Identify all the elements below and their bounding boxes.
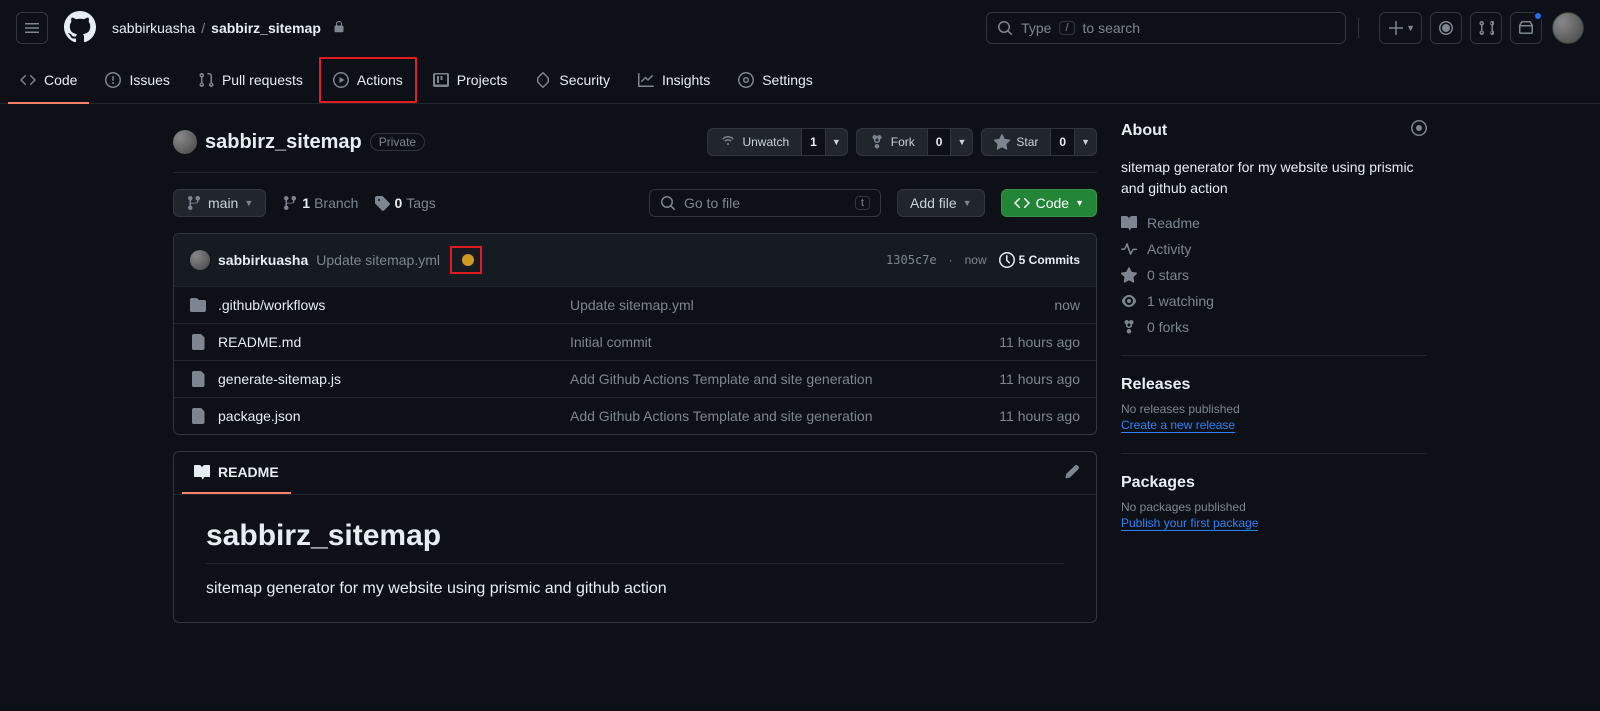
- fork-count[interactable]: 0: [928, 128, 952, 156]
- caret-down-icon: ▼: [1406, 23, 1415, 33]
- about-description: sitemap generator for my website using p…: [1121, 157, 1427, 199]
- branches-link[interactable]: 1Branch: [282, 195, 358, 211]
- search-shortcut-key: /: [1059, 21, 1074, 35]
- hamburger-menu[interactable]: [16, 12, 48, 44]
- tags-link[interactable]: 0Tags: [374, 195, 435, 211]
- file-row: package.json Add Github Actions Template …: [174, 397, 1096, 434]
- gear-icon[interactable]: [1411, 120, 1427, 141]
- releases-heading: Releases: [1121, 376, 1427, 394]
- readme-body-text: sitemap generator for my website using p…: [206, 580, 1064, 598]
- repo-avatar: [173, 130, 197, 154]
- star-button[interactable]: Star: [981, 128, 1051, 156]
- commit-author[interactable]: sabbirkuasha: [218, 252, 308, 268]
- search-prefix: Type: [1021, 20, 1051, 36]
- tab-code[interactable]: Code: [8, 57, 89, 103]
- folder-icon: [190, 297, 206, 313]
- edit-readme-button[interactable]: [1056, 456, 1088, 491]
- repo-title: sabbirz_sitemap: [205, 131, 362, 154]
- publish-package-link[interactable]: Publish your first package: [1121, 516, 1258, 531]
- readme-section: README sabbirz_sitemap sitemap generator…: [173, 451, 1097, 623]
- file-commit-msg[interactable]: Update sitemap.yml: [570, 297, 1042, 313]
- tab-issues[interactable]: Issues: [93, 57, 181, 103]
- branch-select[interactable]: main▼: [173, 189, 266, 217]
- commit-author-avatar[interactable]: [190, 250, 210, 270]
- commit-message[interactable]: Update sitemap.yml: [316, 252, 440, 268]
- activity-link[interactable]: Activity: [1121, 241, 1427, 257]
- file-name[interactable]: package.json: [218, 408, 558, 424]
- file-icon: [190, 334, 206, 350]
- lock-icon: [333, 20, 345, 36]
- file-time: 11 hours ago: [999, 334, 1080, 350]
- status-highlight: [450, 246, 482, 274]
- go-to-file-input[interactable]: Go to filet: [649, 189, 881, 217]
- readme-title: sabbirz_sitemap: [206, 519, 1064, 564]
- file-row: .github/workflows Update sitemap.yml now: [174, 286, 1096, 323]
- file-time: 11 hours ago: [999, 371, 1080, 387]
- about-heading: About: [1121, 120, 1427, 141]
- add-file-button[interactable]: Add file▼: [897, 189, 985, 217]
- stars-link[interactable]: 0 stars: [1121, 267, 1427, 283]
- readme-link[interactable]: Readme: [1121, 215, 1427, 231]
- pulls-tray-button[interactable]: [1470, 12, 1502, 44]
- fork-dropdown[interactable]: ▼: [951, 128, 973, 156]
- repo-nav: Code Issues Pull requests Actions Projec…: [0, 56, 1600, 104]
- file-row: generate-sitemap.js Add Github Actions Te…: [174, 360, 1096, 397]
- tab-projects[interactable]: Projects: [421, 57, 520, 103]
- star-count[interactable]: 0: [1051, 128, 1075, 156]
- commit-time: now: [965, 253, 987, 267]
- watching-link[interactable]: 1 watching: [1121, 293, 1427, 309]
- github-logo[interactable]: [64, 11, 96, 46]
- file-time: 11 hours ago: [999, 408, 1080, 424]
- code-button[interactable]: Code▼: [1001, 189, 1097, 217]
- tab-settings[interactable]: Settings: [726, 57, 825, 103]
- notification-dot: [1533, 11, 1543, 21]
- latest-commit: sabbirkuasha Update sitemap.yml 1305c7e …: [174, 234, 1096, 286]
- file-commit-msg[interactable]: Add Github Actions Template and site gen…: [570, 408, 987, 424]
- file-row: README.md Initial commit 11 hours ago: [174, 323, 1096, 360]
- packages-empty: No packages published: [1121, 500, 1427, 514]
- breadcrumb-owner[interactable]: sabbirkuasha: [112, 20, 195, 36]
- status-pending-icon[interactable]: [462, 254, 474, 266]
- file-icon: [190, 371, 206, 387]
- repo-header: sabbirz_sitemap Private Unwatch 1 ▼ Fork…: [173, 120, 1097, 173]
- watch-count[interactable]: 1: [802, 128, 826, 156]
- issues-tray-button[interactable]: [1430, 12, 1462, 44]
- commit-sha[interactable]: 1305c7e: [886, 253, 937, 267]
- readme-tab[interactable]: README: [182, 452, 291, 494]
- star-dropdown[interactable]: ▼: [1075, 128, 1097, 156]
- create-new-button[interactable]: ▼: [1379, 12, 1422, 44]
- tab-actions[interactable]: Actions: [319, 57, 417, 103]
- file-name[interactable]: .github/workflows: [218, 297, 558, 313]
- watch-button[interactable]: Unwatch: [707, 128, 802, 156]
- file-commit-msg[interactable]: Initial commit: [570, 334, 987, 350]
- search-suffix: to search: [1083, 20, 1141, 36]
- file-commit-msg[interactable]: Add Github Actions Template and site gen…: [570, 371, 987, 387]
- file-name[interactable]: README.md: [218, 334, 558, 350]
- commits-link[interactable]: 5 Commits: [999, 252, 1080, 268]
- tab-pulls[interactable]: Pull requests: [186, 57, 315, 103]
- file-browser: sabbirkuasha Update sitemap.yml 1305c7e …: [173, 233, 1097, 435]
- user-avatar[interactable]: [1552, 12, 1584, 44]
- notifications-button[interactable]: [1510, 12, 1542, 44]
- tab-security[interactable]: Security: [523, 57, 622, 103]
- watch-dropdown[interactable]: ▼: [826, 128, 848, 156]
- breadcrumb-repo[interactable]: sabbirz_sitemap: [211, 20, 321, 36]
- packages-heading: Packages: [1121, 474, 1427, 492]
- visibility-badge: Private: [370, 133, 425, 151]
- file-time: now: [1054, 297, 1080, 313]
- releases-empty: No releases published: [1121, 402, 1427, 416]
- create-release-link[interactable]: Create a new release: [1121, 418, 1235, 433]
- forks-link[interactable]: 0 forks: [1121, 319, 1427, 335]
- fork-button[interactable]: Fork: [856, 128, 928, 156]
- search-input[interactable]: Type / to search: [986, 12, 1346, 44]
- file-icon: [190, 408, 206, 424]
- file-name[interactable]: generate-sitemap.js: [218, 371, 558, 387]
- breadcrumb: sabbirkuasha / sabbirz_sitemap: [112, 20, 345, 36]
- tab-insights[interactable]: Insights: [626, 57, 722, 103]
